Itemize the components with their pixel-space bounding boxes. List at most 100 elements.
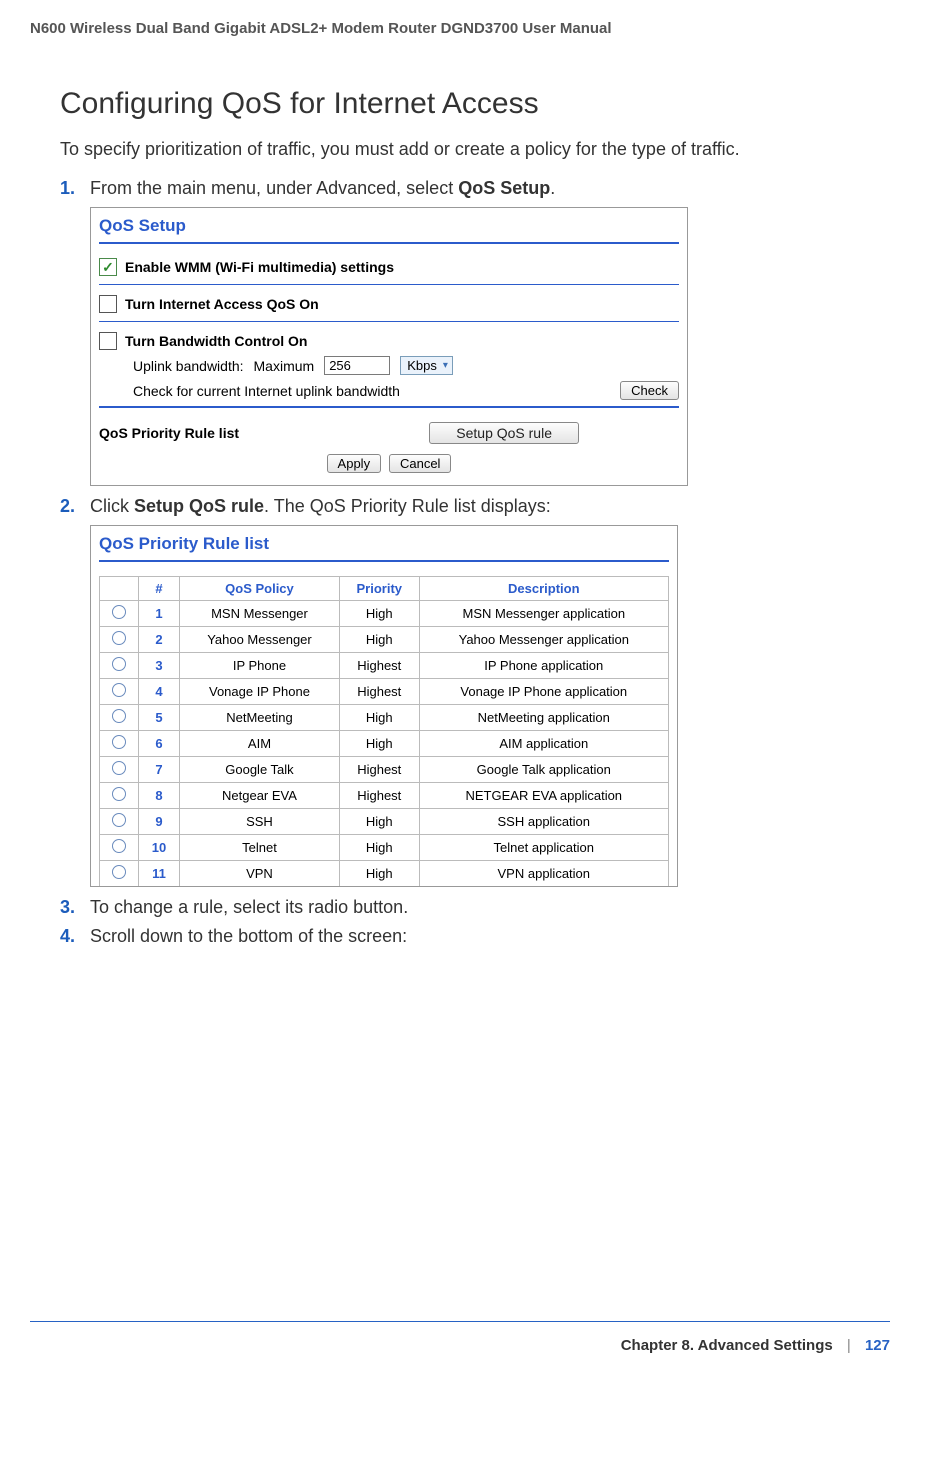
row-desc: Google Talk application bbox=[419, 757, 668, 783]
row-num: 2 bbox=[139, 627, 180, 653]
setup-qos-rule-button[interactable]: Setup QoS rule bbox=[429, 422, 579, 444]
row-num: 3 bbox=[139, 653, 180, 679]
row-priority: High bbox=[339, 601, 419, 627]
internet-qos-checkbox[interactable]: ✓ bbox=[99, 295, 117, 313]
row-policy: Yahoo Messenger bbox=[180, 627, 340, 653]
row-num: 6 bbox=[139, 731, 180, 757]
row-radio[interactable] bbox=[112, 813, 126, 827]
row-num: 5 bbox=[139, 705, 180, 731]
bw-control-label: Turn Bandwidth Control On bbox=[125, 333, 308, 349]
row-radio-cell bbox=[100, 679, 139, 705]
row-policy: SSH bbox=[180, 809, 340, 835]
row-radio-cell bbox=[100, 731, 139, 757]
internet-qos-row: ✓ Turn Internet Access QoS On bbox=[99, 295, 679, 313]
divider bbox=[99, 560, 669, 562]
chevron-down-icon: ▾ bbox=[443, 360, 448, 371]
row-policy: Netgear EVA bbox=[180, 783, 340, 809]
footer-rule bbox=[30, 1321, 890, 1322]
check-uplink-label: Check for current Internet uplink bandwi… bbox=[133, 383, 400, 399]
row-radio[interactable] bbox=[112, 657, 126, 671]
step-number: 3. bbox=[60, 897, 90, 918]
step-1-bold: QoS Setup bbox=[458, 178, 550, 198]
row-radio-cell bbox=[100, 861, 139, 887]
row-radio[interactable] bbox=[112, 709, 126, 723]
rule-list-title: QoS Priority Rule list bbox=[99, 534, 669, 554]
running-header: N600 Wireless Dual Band Gigabit ADSL2+ M… bbox=[30, 20, 890, 37]
row-policy: AIM bbox=[180, 731, 340, 757]
row-num: 7 bbox=[139, 757, 180, 783]
step-1-post: . bbox=[550, 178, 555, 198]
table-row: 11VPNHighVPN application bbox=[100, 861, 669, 887]
page-footer: Chapter 8. Advanced Settings | 127 bbox=[621, 1337, 890, 1354]
step-number: 1. bbox=[60, 178, 90, 199]
uplink-row: Uplink bandwidth: Maximum 256 Kbps ▾ bbox=[133, 356, 679, 375]
check-uplink-row: Check for current Internet uplink bandwi… bbox=[133, 381, 679, 400]
internet-qos-label: Turn Internet Access QoS On bbox=[125, 296, 319, 312]
row-radio-cell bbox=[100, 601, 139, 627]
col-desc: Description bbox=[419, 577, 668, 601]
row-policy: VPN bbox=[180, 861, 340, 887]
step-1-pre: From the main menu, under Advanced, sele… bbox=[90, 178, 458, 198]
bw-control-checkbox[interactable]: ✓ bbox=[99, 332, 117, 350]
row-desc: Telnet application bbox=[419, 835, 668, 861]
row-priority: Highest bbox=[339, 653, 419, 679]
uplink-unit-select[interactable]: Kbps ▾ bbox=[400, 356, 453, 375]
qos-setup-screenshot: QoS Setup ✓ Enable WMM (Wi-Fi multimedia… bbox=[90, 207, 688, 486]
priority-list-label: QoS Priority Rule list bbox=[99, 425, 239, 441]
table-row: 6AIMHighAIM application bbox=[100, 731, 669, 757]
section-title: Configuring QoS for Internet Access bbox=[60, 87, 890, 121]
intro-text: To specify prioritization of traffic, yo… bbox=[60, 139, 890, 160]
row-radio-cell bbox=[100, 809, 139, 835]
wmm-checkbox[interactable]: ✓ bbox=[99, 258, 117, 276]
row-desc: AIM application bbox=[419, 731, 668, 757]
row-radio[interactable] bbox=[112, 761, 126, 775]
row-radio[interactable] bbox=[112, 735, 126, 749]
col-radio bbox=[100, 577, 139, 601]
row-priority: High bbox=[339, 861, 419, 887]
row-policy: Vonage IP Phone bbox=[180, 679, 340, 705]
uplink-label: Uplink bandwidth: bbox=[133, 358, 244, 374]
row-desc: SSH application bbox=[419, 809, 668, 835]
row-priority: High bbox=[339, 705, 419, 731]
qos-rule-list-screenshot: QoS Priority Rule list # QoS Policy Prio… bbox=[90, 525, 678, 887]
row-radio[interactable] bbox=[112, 683, 126, 697]
table-row: 4Vonage IP PhoneHighestVonage IP Phone a… bbox=[100, 679, 669, 705]
row-desc: IP Phone application bbox=[419, 653, 668, 679]
row-radio-cell bbox=[100, 757, 139, 783]
wmm-label: Enable WMM (Wi-Fi multimedia) settings bbox=[125, 259, 394, 275]
uplink-value-input[interactable]: 256 bbox=[324, 356, 390, 375]
col-num: # bbox=[139, 577, 180, 601]
row-radio-cell bbox=[100, 705, 139, 731]
row-desc: NETGEAR EVA application bbox=[419, 783, 668, 809]
qos-setup-title: QoS Setup bbox=[99, 216, 679, 236]
step-4: 4. Scroll down to the bottom of the scre… bbox=[60, 926, 890, 947]
step-4-text: Scroll down to the bottom of the screen: bbox=[90, 926, 407, 947]
row-num: 8 bbox=[139, 783, 180, 809]
row-radio[interactable] bbox=[112, 839, 126, 853]
bw-control-row: ✓ Turn Bandwidth Control On bbox=[99, 332, 679, 350]
step-1: 1. From the main menu, under Advanced, s… bbox=[60, 178, 890, 199]
col-policy: QoS Policy bbox=[180, 577, 340, 601]
row-priority: Highest bbox=[339, 783, 419, 809]
col-priority: Priority bbox=[339, 577, 419, 601]
check-button[interactable]: Check bbox=[620, 381, 679, 400]
cancel-button[interactable]: Cancel bbox=[389, 454, 451, 473]
row-desc: MSN Messenger application bbox=[419, 601, 668, 627]
row-priority: High bbox=[339, 731, 419, 757]
uplink-mode: Maximum bbox=[254, 358, 315, 374]
step-3: 3. To change a rule, select its radio bu… bbox=[60, 897, 890, 918]
row-priority: Highest bbox=[339, 679, 419, 705]
row-radio[interactable] bbox=[112, 605, 126, 619]
row-policy: IP Phone bbox=[180, 653, 340, 679]
footer-sep: | bbox=[847, 1337, 851, 1354]
row-radio[interactable] bbox=[112, 787, 126, 801]
row-policy: NetMeeting bbox=[180, 705, 340, 731]
step-2-bold: Setup QoS rule bbox=[134, 496, 264, 516]
row-policy: Telnet bbox=[180, 835, 340, 861]
row-radio[interactable] bbox=[112, 631, 126, 645]
apply-button[interactable]: Apply bbox=[327, 454, 382, 473]
step-number: 2. bbox=[60, 496, 90, 517]
row-radio-cell bbox=[100, 653, 139, 679]
row-num: 10 bbox=[139, 835, 180, 861]
row-radio[interactable] bbox=[112, 865, 126, 879]
